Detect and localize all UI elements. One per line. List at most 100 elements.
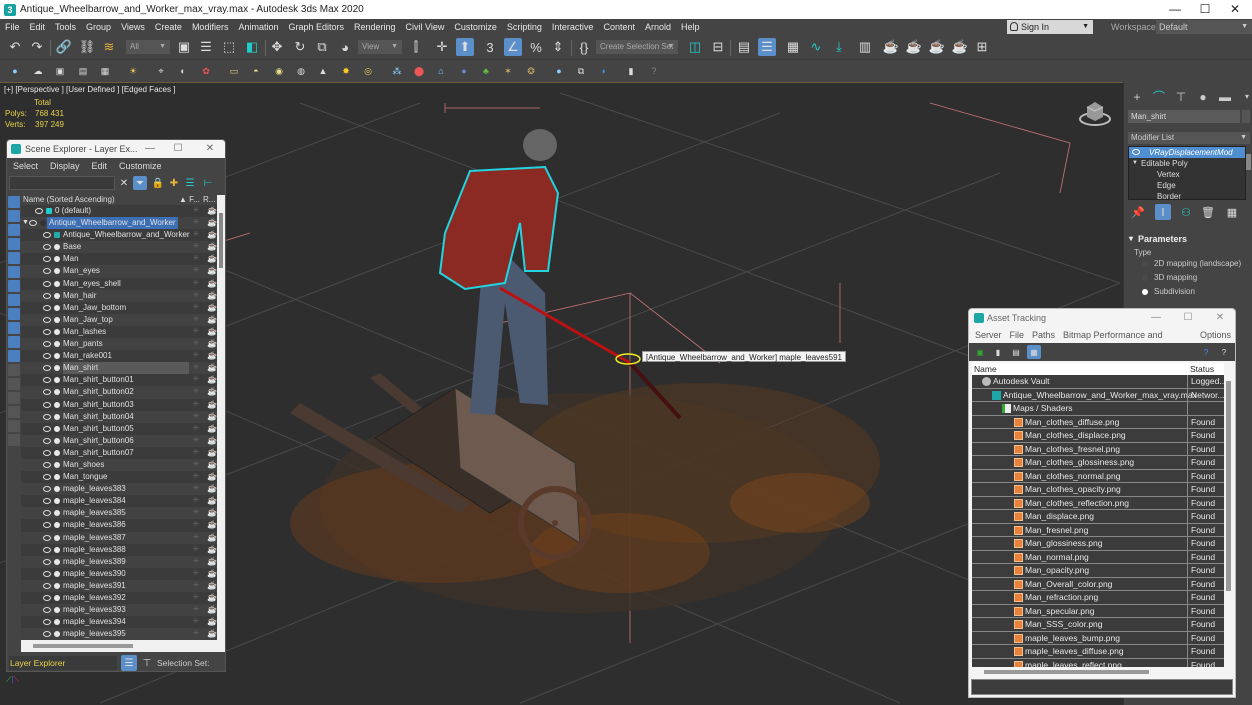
scene-list-item[interactable]: Man_shoes ⁜ ☕ <box>21 458 217 472</box>
render-shortcuts-icon[interactable]: ⊞ <box>973 38 991 56</box>
renderable-toggle-icon[interactable]: ☕ <box>207 303 217 312</box>
scene-list-item[interactable]: Man_shirt_button03 ⁜ ☕ <box>21 399 217 411</box>
menu-edit[interactable]: Edit <box>86 158 114 174</box>
display-lights-icon[interactable] <box>8 224 20 236</box>
asset-row[interactable]: Man_specular.png Found <box>972 604 1224 618</box>
asset-row[interactable]: Autodesk Vault Logged... <box>972 375 1224 389</box>
freeze-toggle-icon[interactable]: ⁜ <box>193 497 201 505</box>
modifier-stack-item[interactable]: ▼ Editable Poly <box>1129 158 1245 169</box>
asset-row[interactable]: Man_clothes_displace.png Found <box>972 429 1224 443</box>
display-helpers-icon[interactable] <box>8 252 20 264</box>
camera-icon[interactable]: ⌖ <box>154 64 168 78</box>
scale-icon[interactable]: ⧉ <box>313 38 331 56</box>
scene-list-item[interactable]: Man_shirt_button01 ⁜ ☕ <box>21 374 217 386</box>
name-column-header[interactable]: Name <box>972 364 997 374</box>
visibility-eye-icon[interactable] <box>43 365 51 372</box>
object-name-field[interactable]: Man_shirt <box>1128 110 1240 123</box>
renderable-toggle-icon[interactable]: ☕ <box>207 388 217 396</box>
visibility-eye-icon[interactable] <box>43 304 51 311</box>
search-input[interactable] <box>9 176 115 190</box>
visibility-eye-icon[interactable] <box>43 437 51 444</box>
renderable-toggle-icon[interactable]: ☕ <box>207 267 217 275</box>
hierarchy-tab-icon[interactable]: ⊤ <box>1172 88 1190 106</box>
renderable-toggle-icon[interactable]: ☕ <box>207 448 217 457</box>
sign-in-dropdown[interactable]: Sign In ▼ <box>1007 20 1093 34</box>
selection-set-dropdown[interactable]: Create Selection Set ▼ <box>596 40 678 54</box>
sun-sky-icon[interactable]: ☀ <box>126 64 140 78</box>
keyboard-shortcut-override-icon[interactable]: ⬆ <box>456 38 474 56</box>
image-icon[interactable]: ▣ <box>53 64 67 78</box>
asset-row[interactable]: Man_SSS_color.png Found <box>972 618 1224 632</box>
motion-tab-icon[interactable]: ● <box>1194 88 1212 106</box>
modifier-toggle-eye-icon[interactable] <box>1132 149 1140 155</box>
visibility-eye-icon[interactable] <box>43 474 51 481</box>
vray-convert-icon[interactable]: ⧉ <box>574 64 588 78</box>
freeze-toggle-icon[interactable]: ⁜ <box>193 255 201 263</box>
modify-tab-icon[interactable]: ⌒ <box>1150 88 1168 106</box>
curve-editor-icon[interactable]: ∿ <box>807 38 825 56</box>
visibility-eye-icon[interactable] <box>43 377 51 384</box>
vertical-scrollbar[interactable] <box>1225 375 1233 667</box>
panel-icon[interactable]: ▤ <box>76 64 90 78</box>
display-spacewarps-icon[interactable] <box>8 266 20 278</box>
vray-light-plane-icon[interactable]: ▭ <box>227 64 241 78</box>
renderable-toggle-icon[interactable]: ☕ <box>207 376 217 384</box>
renderable-toggle-icon[interactable]: ☕ <box>207 315 217 324</box>
scene-list-item[interactable]: Man_shirt_button06 ⁜ ☕ <box>21 434 217 447</box>
scene-list-item[interactable]: maple_leaves391 ⁜ ☕ <box>21 579 217 592</box>
asset-row[interactable]: Man_clothes_diffuse.png Found <box>972 415 1224 429</box>
asset-row[interactable]: Man_Overall_color.png Found <box>972 577 1224 591</box>
freeze-toggle-icon[interactable]: ⁜ <box>193 243 201 251</box>
freeze-toggle-icon[interactable]: ⁜ <box>193 425 201 433</box>
vray-clipper-icon[interactable]: ♣ <box>479 64 493 78</box>
workspace-dropdown[interactable]: Default ▼ <box>1156 20 1252 34</box>
type-radio-option[interactable]: Subdivision <box>1128 285 1250 299</box>
renderable-toggle-icon[interactable]: ☕ <box>207 473 217 481</box>
render-production-icon[interactable]: ☕ <box>928 38 946 56</box>
menu-create[interactable]: Create <box>150 22 187 32</box>
vray-sphere-light-icon[interactable]: ◉ <box>272 64 286 78</box>
vray-frame-icon[interactable]: ◐ <box>176 64 190 78</box>
help-icon[interactable]: ? <box>647 64 661 78</box>
select-object-icon[interactable]: ▣ <box>175 38 193 56</box>
menu-options[interactable]: Options <box>1196 327 1235 343</box>
renderable-toggle-icon[interactable]: ☕ <box>207 400 217 409</box>
menu-customize[interactable]: Customize <box>449 22 502 32</box>
scene-list-item[interactable]: 0 (default) ⁜ ☕ <box>21 205 217 217</box>
menu-modifiers[interactable]: Modifiers <box>187 22 234 32</box>
freeze-toggle-icon[interactable]: ⁜ <box>193 328 201 336</box>
remove-modifier-icon[interactable]: 🗑 <box>1200 204 1216 220</box>
vray-material-icon[interactable]: ● <box>552 64 566 78</box>
freeze-toggle-icon[interactable]: ⁜ <box>193 437 201 445</box>
renderable-toggle-icon[interactable]: ☕ <box>207 340 217 348</box>
scene-list-item[interactable]: Man_eyes_shell ⁜ ☕ <box>21 278 217 290</box>
asset-row[interactable]: Man_displace.png Found <box>972 510 1224 524</box>
renderable-toggle-icon[interactable]: ☕ <box>207 521 217 529</box>
freeze-toggle-icon[interactable]: ⁜ <box>193 304 201 312</box>
display-cameras-icon[interactable] <box>8 238 20 250</box>
visibility-eye-icon[interactable] <box>43 449 51 456</box>
toggle-ribbon-icon[interactable]: ▦ <box>784 38 802 56</box>
place-icon[interactable]: ◕ <box>336 38 354 56</box>
renderable-toggle-icon[interactable]: ☕ <box>207 412 217 421</box>
menu-display[interactable]: Display <box>44 158 86 174</box>
visibility-eye-icon[interactable] <box>43 328 51 335</box>
visibility-eye-icon[interactable] <box>43 316 51 323</box>
display-groups-icon[interactable] <box>8 280 20 292</box>
hierarchy-icon[interactable]: ⊤ <box>139 655 155 671</box>
menu-tools[interactable]: Tools <box>50 22 81 32</box>
scene-list-item[interactable]: Man_eyes ⁜ ☕ <box>21 265 217 278</box>
visibility-eye-icon[interactable] <box>43 498 51 505</box>
display-shapes-icon[interactable] <box>8 210 20 222</box>
visibility-eye-icon[interactable] <box>43 292 51 299</box>
select-by-name-icon[interactable]: ☰ <box>197 38 215 56</box>
render-in-cloud-icon[interactable]: ☕ <box>951 38 969 56</box>
asset-row[interactable]: Man_fresnel.png Found <box>972 523 1224 537</box>
menu-customize[interactable]: Customize <box>113 158 168 174</box>
display-xrefs-icon[interactable] <box>8 294 20 306</box>
add-to-layer-icon[interactable]: ✚ <box>167 176 181 190</box>
freeze-toggle-icon[interactable]: ⁜ <box>193 521 201 529</box>
menu-file[interactable]: File <box>1006 327 1029 343</box>
renderable-toggle-icon[interactable]: ☕ <box>207 279 217 288</box>
visibility-eye-icon[interactable] <box>43 280 51 287</box>
